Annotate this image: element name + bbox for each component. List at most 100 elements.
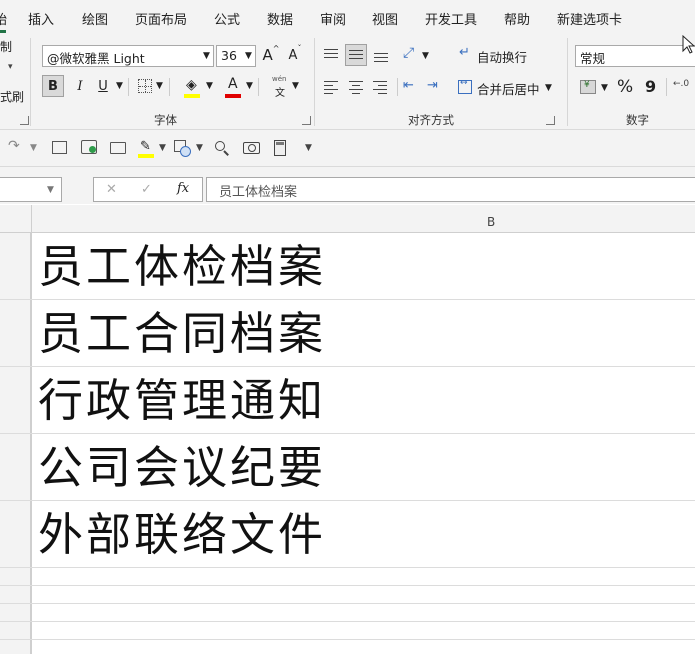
align-bottom-icon[interactable] (372, 47, 390, 63)
insert-function-icon[interactable]: fx (177, 181, 189, 196)
tab-review[interactable]: 审阅 (320, 9, 346, 28)
divider (258, 78, 259, 96)
highlight-caret[interactable]: ▼ (159, 143, 166, 153)
divider (666, 78, 667, 96)
cell-b2[interactable]: 员工合同档案 (38, 300, 326, 367)
open-folder-icon[interactable] (110, 142, 126, 154)
increase-indent-icon[interactable]: ⇥ (427, 78, 438, 93)
number-group-label: 数字 (626, 113, 649, 127)
format-painter-button[interactable]: 式刷 (0, 88, 24, 105)
column-header-b[interactable]: B (487, 215, 495, 229)
shrink-font-button[interactable]: Aˇ (286, 44, 304, 66)
number-format-select[interactable]: 常规 (575, 45, 695, 67)
name-box[interactable]: ▼ (0, 177, 62, 202)
font-group-label: 字体 (154, 113, 177, 127)
shapes-caret[interactable]: ▼ (196, 143, 203, 153)
font-color-button[interactable]: A (228, 76, 238, 92)
redo-icon[interactable]: ↷ (8, 138, 20, 154)
copy-button[interactable]: 制 (0, 38, 12, 55)
comma-style-button[interactable]: 9 (645, 77, 656, 96)
cancel-icon[interactable]: ✕ (106, 182, 117, 197)
orientation-icon[interactable]: ⤢ (403, 45, 414, 61)
wrap-text-icon[interactable]: ↵ (459, 45, 470, 60)
redo-caret[interactable]: ▼ (30, 143, 37, 153)
percent-button[interactable]: % (617, 77, 633, 97)
fill-bucket-icon[interactable]: ◈ (186, 77, 197, 93)
comment-icon[interactable] (52, 141, 67, 154)
tab-home[interactable]: 始 (0, 9, 7, 28)
camera-icon[interactable] (243, 142, 260, 154)
grow-font-button[interactable]: A ^ (262, 44, 280, 66)
cell-b3[interactable]: 行政管理通知 (38, 367, 326, 434)
cell-b4[interactable]: 公司会议纪要 (38, 434, 326, 501)
phonetic-button[interactable]: 文 (275, 84, 285, 99)
increase-decimal-icon[interactable]: ←.0 (673, 79, 689, 89)
tab-formulas[interactable]: 公式 (214, 9, 240, 28)
zoom-icon[interactable] (215, 141, 229, 156)
font-name-select[interactable]: @微软雅黑 Light ▼ (42, 45, 214, 67)
customize-toolbar-caret[interactable]: ▼ (305, 143, 312, 153)
bold-button[interactable]: B (42, 75, 64, 97)
align-left-icon[interactable] (322, 79, 340, 95)
merge-center-button[interactable]: 合并后居中 (477, 79, 540, 98)
fill-color-caret[interactable]: ▼ (206, 81, 213, 91)
currency-caret[interactable]: ▼ (601, 83, 608, 93)
currency-icon[interactable]: ¥ (580, 80, 596, 94)
font-launcher[interactable] (302, 116, 311, 125)
font-color-swatch (225, 94, 241, 98)
decrease-indent-icon[interactable]: ⇤ (403, 78, 414, 93)
enter-icon[interactable]: ✓ (141, 182, 152, 197)
align-middle-icon[interactable] (345, 44, 367, 66)
highlight-icon[interactable]: ✎ (140, 139, 151, 154)
font-color-caret[interactable]: ▼ (246, 81, 253, 91)
tab-data[interactable]: 数据 (267, 9, 293, 28)
tab-new[interactable]: 新建选项卡 (557, 9, 622, 28)
italic-button[interactable]: I (70, 75, 90, 97)
divider (169, 78, 170, 96)
calculator-icon[interactable] (274, 140, 286, 156)
alignment-launcher[interactable] (546, 116, 555, 125)
align-right-icon[interactable] (371, 79, 389, 95)
print-preview-icon[interactable] (81, 140, 97, 154)
active-tab-indicator (0, 30, 6, 33)
shrink-font-label: A (288, 47, 298, 63)
grow-font-label: A (262, 46, 273, 64)
underline-caret[interactable]: ▼ (116, 81, 123, 91)
font-name-value: @微软雅黑 Light (47, 51, 145, 66)
tab-insert[interactable]: 插入 (28, 9, 54, 28)
merge-center-icon[interactable]: ↔ (458, 78, 472, 94)
formula-buttons: ✕ ✓ fx (93, 177, 203, 202)
align-top-icon[interactable] (322, 47, 340, 63)
paste-options-caret[interactable]: ▾ (8, 62, 13, 72)
shapes-icon[interactable] (174, 140, 191, 157)
tab-developer[interactable]: 开发工具 (425, 9, 477, 28)
underline-button[interactable]: U (94, 75, 112, 97)
phonetic-label: wén (272, 75, 287, 83)
tab-page-layout[interactable]: 页面布局 (135, 9, 187, 28)
phonetic-caret[interactable]: ▼ (292, 81, 299, 91)
quick-access-toolbar (0, 130, 695, 167)
font-size-value: 36 (221, 48, 237, 63)
chevron-down-icon: ▼ (47, 185, 54, 195)
menu-bar: 始 插入 绘图 页面布局 公式 数据 审阅 视图 开发工具 帮助 新建选项卡 (0, 0, 695, 34)
tab-view[interactable]: 视图 (372, 9, 398, 28)
divider (128, 78, 129, 96)
tab-help[interactable]: 帮助 (504, 9, 530, 28)
fill-color-swatch (184, 94, 200, 98)
cell-b1[interactable]: 员工体检档案 (38, 233, 326, 300)
wrap-text-button[interactable]: 自动换行 (477, 47, 527, 66)
merge-center-caret[interactable]: ▼ (545, 83, 552, 93)
clipboard-launcher[interactable] (20, 116, 29, 125)
align-center-icon[interactable] (347, 79, 365, 95)
cell-b5[interactable]: 外部联络文件 (38, 501, 326, 568)
borders-caret[interactable]: ▼ (156, 81, 163, 91)
row-gridline (0, 585, 695, 586)
borders-icon[interactable] (138, 79, 152, 93)
orientation-caret[interactable]: ▼ (422, 51, 429, 61)
mouse-cursor-icon (682, 35, 695, 54)
group-separator (30, 38, 31, 126)
tab-draw[interactable]: 绘图 (82, 9, 108, 28)
formula-input[interactable]: 员工体检档案 (206, 177, 695, 202)
divider (31, 233, 32, 654)
font-size-select[interactable]: 36 ▼ (216, 45, 256, 67)
